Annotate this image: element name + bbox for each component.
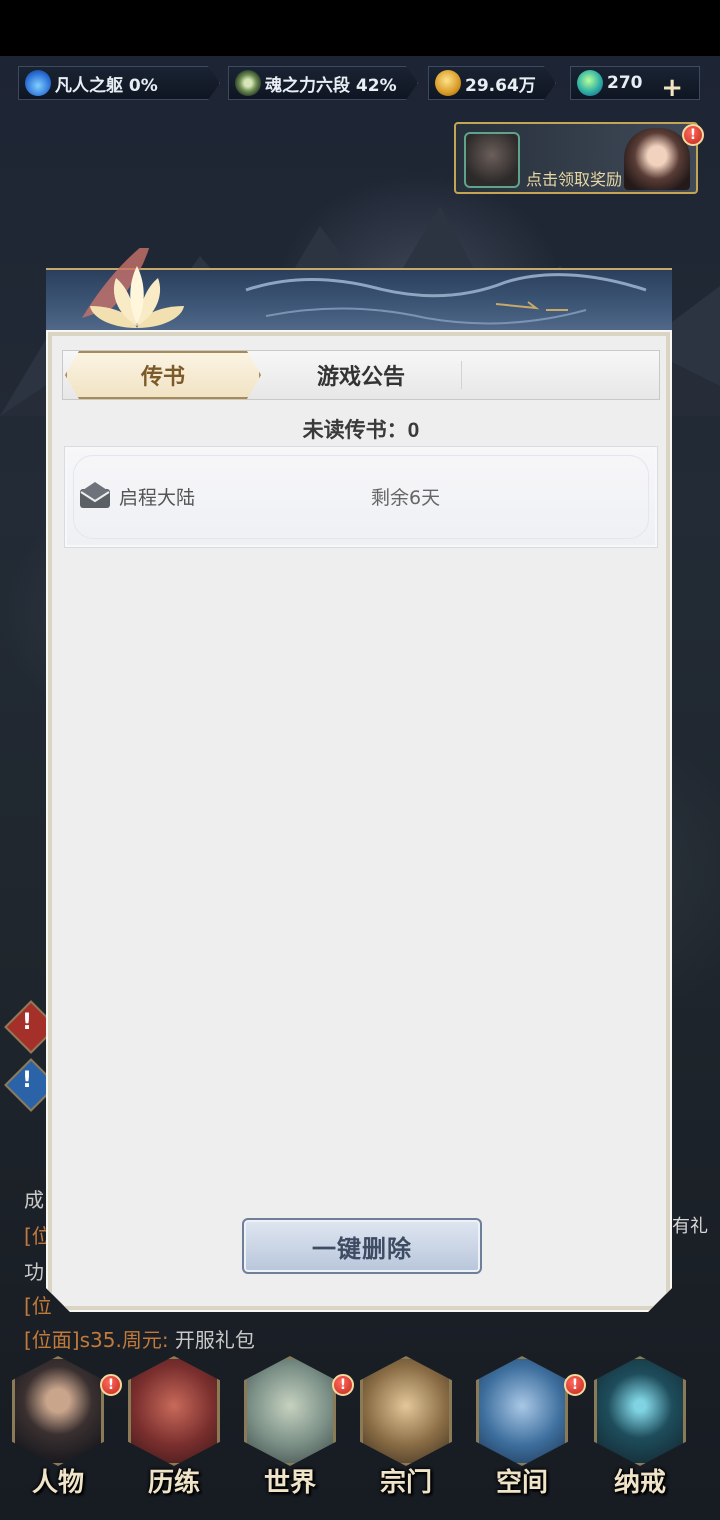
sect-icon	[360, 1356, 452, 1466]
add-gem-button[interactable]: +	[661, 75, 683, 101]
envelope-icon	[79, 481, 111, 509]
alert-badge: !	[100, 1374, 122, 1396]
tab-bar: 传书 游戏公告	[62, 350, 660, 400]
nav-label: 宗门	[379, 1468, 432, 1498]
alert-mark: !	[22, 1068, 33, 1093]
dialog-body: 传书 游戏公告 未读传书：0 启程大陆 剩余6天 一键删除	[46, 330, 672, 1312]
soul-power-text: 魂之力六段 42%	[265, 75, 397, 96]
alert-badge: !	[564, 1374, 586, 1396]
cultivation-text: 凡人之躯 0%	[55, 75, 158, 96]
reward-item-icon	[464, 132, 520, 188]
nav-space[interactable]: ! 空间	[472, 1356, 586, 1506]
bottom-nav: ! 人物 历练 ! 世界 宗门 ! 空间 纳戒	[0, 1352, 720, 1520]
alert-badge: !	[332, 1374, 354, 1396]
gem-amount: 270	[607, 73, 643, 93]
resource-bar: 凡人之躯 0% 魂之力六段 42% 29.64万 270 +	[0, 62, 720, 106]
gem-counter[interactable]: 270 +	[570, 66, 700, 101]
delete-all-button[interactable]: 一键删除	[242, 1218, 482, 1274]
nav-world[interactable]: ! 世界	[240, 1356, 354, 1506]
reward-banner[interactable]: 点击领取奖励 !	[454, 122, 704, 194]
fire-icon	[25, 70, 51, 96]
mail-remaining-time: 剩余6天	[371, 487, 441, 509]
nav-character[interactable]: ! 人物	[8, 1356, 122, 1506]
space-icon	[476, 1356, 568, 1466]
lotus-icon	[82, 248, 184, 328]
gold-coin-icon	[435, 70, 461, 96]
gem-icon	[577, 70, 603, 96]
character-icon	[12, 1356, 104, 1466]
nav-label: 人物	[31, 1468, 84, 1498]
nav-label: 历练	[147, 1468, 200, 1498]
chat-line: 成	[24, 1188, 44, 1212]
nav-ring[interactable]: 纳戒	[590, 1356, 690, 1506]
mail-dialog: 传书 游戏公告 未读传书：0 启程大陆 剩余6天 一键删除	[46, 248, 672, 1312]
soul-power-icon	[235, 70, 261, 96]
gold-amount: 29.64万	[465, 75, 536, 96]
alert-badge: !	[682, 124, 704, 146]
mail-title: 启程大陆	[119, 487, 196, 509]
tab-announcements[interactable]: 游戏公告	[263, 351, 459, 399]
alert-mark: !	[22, 1010, 33, 1035]
tab-divider	[461, 361, 462, 389]
chat-line: [位面]s35.周元: 开服礼包	[24, 1328, 255, 1352]
unread-count-label: 未读传书：0	[302, 419, 420, 442]
world-icon	[244, 1356, 336, 1466]
gift-label[interactable]: 有礼	[672, 1212, 708, 1238]
nav-label: 空间	[495, 1468, 548, 1498]
soul-power-status[interactable]: 魂之力六段 42%	[228, 66, 418, 100]
character-portrait	[624, 128, 690, 190]
reward-text: 点击领取奖励	[526, 170, 623, 189]
mail-list-item[interactable]: 启程大陆 剩余6天	[64, 446, 658, 548]
chat-line: 功	[24, 1260, 44, 1284]
nav-label: 纳戒	[613, 1468, 666, 1498]
nav-training[interactable]: 历练	[124, 1356, 224, 1506]
training-icon	[128, 1356, 220, 1466]
nav-sect[interactable]: 宗门	[356, 1356, 456, 1506]
gold-counter[interactable]: 29.64万	[428, 66, 556, 100]
nav-label: 世界	[263, 1468, 316, 1498]
unread-count: 0	[407, 419, 420, 442]
ring-icon	[594, 1356, 686, 1466]
cultivation-status[interactable]: 凡人之躯 0%	[18, 66, 220, 100]
tab-mail[interactable]: 传书	[65, 351, 261, 399]
